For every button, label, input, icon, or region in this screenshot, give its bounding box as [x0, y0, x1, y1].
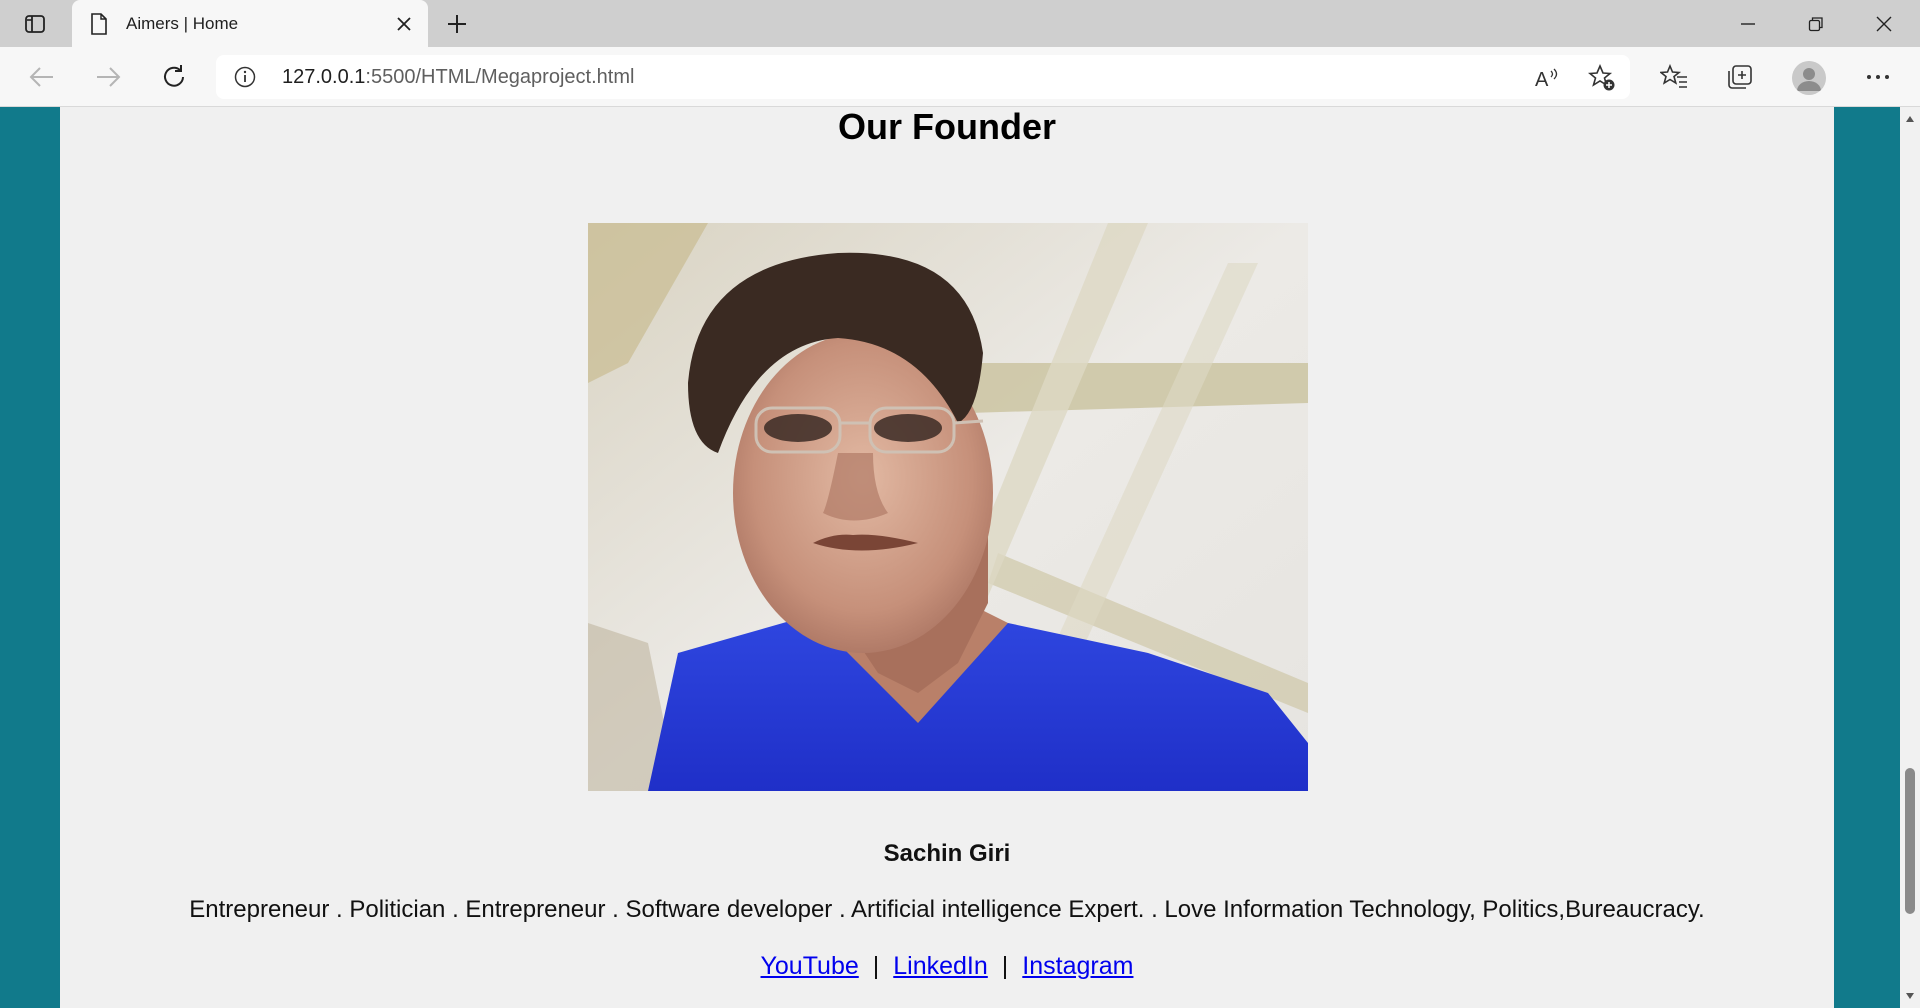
page-viewport: Our Founder Sachin Giri Entrepreneur . P…	[0, 107, 1900, 1008]
close-window-icon	[1876, 16, 1892, 31]
refresh-icon	[164, 65, 184, 87]
scroll-down-arrow-icon[interactable]	[1900, 986, 1920, 1006]
link-separator: |	[1001, 952, 1009, 980]
instagram-link[interactable]: Instagram	[1022, 952, 1133, 980]
scroll-up-arrow-icon[interactable]	[1900, 109, 1920, 129]
page-icon	[90, 13, 108, 40]
plus-icon	[448, 15, 466, 33]
scrollbar-thumb[interactable]	[1905, 768, 1915, 914]
tab-title: Aimers | Home	[126, 14, 239, 33]
social-links: YouTube | LinkedIn | Instagram	[60, 951, 1834, 981]
star-plus-icon[interactable]	[1588, 64, 1616, 92]
link-separator: |	[872, 952, 880, 980]
minimize-button[interactable]	[1714, 0, 1782, 47]
founder-name: Sachin Giri	[883, 840, 1011, 867]
tab-actions-icon[interactable]	[10, 6, 60, 42]
url-host: 127.0.0.1	[282, 66, 366, 88]
youtube-link[interactable]: YouTube	[761, 952, 859, 980]
minimize-icon	[1741, 22, 1755, 25]
restore-icon	[1808, 16, 1823, 31]
url-path: :5500/HTML/Megaproject.html	[365, 66, 635, 88]
vertical-scrollbar[interactable]	[1900, 107, 1920, 1008]
new-tab-button[interactable]	[441, 8, 473, 40]
profile-icon[interactable]	[1792, 61, 1826, 95]
forward-arrow-icon	[97, 67, 121, 87]
founder-section: Our Founder Sachin Giri Entrepreneur . P…	[60, 107, 1834, 1008]
back-arrow-icon	[29, 67, 53, 87]
close-icon[interactable]	[392, 12, 416, 36]
read-aloud-icon[interactable]: A	[1533, 64, 1561, 92]
close-window-button[interactable]	[1850, 0, 1918, 47]
info-icon[interactable]	[234, 66, 256, 93]
address-bar[interactable]: 127.0.0.1:5500/HTML/Megaproject.html A	[216, 55, 1630, 99]
url-text[interactable]: 127.0.0.1:5500/HTML/Megaproject.html	[282, 66, 634, 89]
more-icon[interactable]	[1862, 61, 1894, 93]
section-heading: Our Founder	[838, 107, 1056, 147]
svg-text:A: A	[1535, 69, 1549, 90]
founder-photo	[588, 223, 1308, 791]
tab-bar: Aimers | Home	[0, 0, 1920, 47]
collections-icon[interactable]	[1724, 61, 1756, 93]
favorites-icon[interactable]	[1658, 61, 1690, 93]
back-button[interactable]	[22, 57, 62, 97]
restore-button[interactable]	[1782, 0, 1850, 47]
active-tab[interactable]: Aimers | Home	[72, 0, 428, 47]
founder-description: Entrepreneur . Politician . Entrepreneur…	[189, 896, 1705, 923]
browser-toolbar: 127.0.0.1:5500/HTML/Megaproject.html A	[0, 47, 1920, 107]
linkedin-link[interactable]: LinkedIn	[893, 952, 988, 980]
forward-button[interactable]	[88, 57, 128, 97]
refresh-button[interactable]	[154, 57, 194, 97]
